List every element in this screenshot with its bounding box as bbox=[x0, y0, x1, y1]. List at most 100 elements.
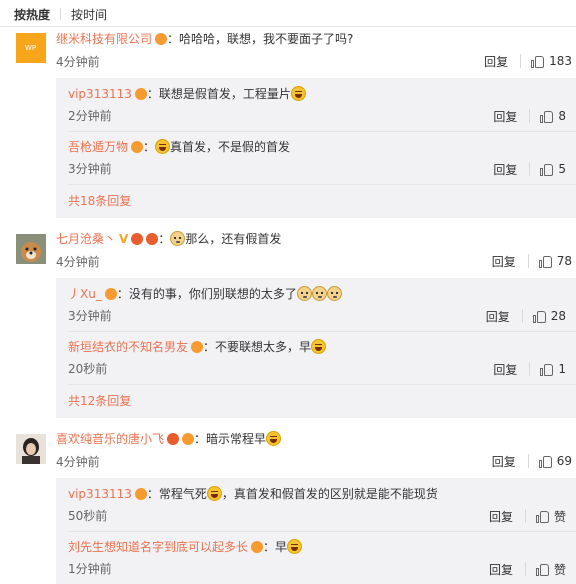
avatar[interactable] bbox=[16, 234, 46, 264]
reply-box: vip313113 ：联想是假首发，工程量片 2分钟前 回复 8 吾枪遁万物：真首… bbox=[56, 78, 576, 218]
more-replies-link[interactable]: 共18条回复 bbox=[68, 193, 131, 209]
username-link[interactable]: 吾枪遁万物 bbox=[68, 140, 128, 154]
reply-actions: 回复 8 bbox=[493, 108, 566, 124]
username-link[interactable]: vip313113 bbox=[68, 87, 132, 101]
divider bbox=[0, 26, 576, 27]
reply-box: vip313113 ：常程气死 ，真首发和假首发的区别就是能不能现货 50秒前 回复… bbox=[56, 478, 576, 584]
like-count: 28 bbox=[550, 309, 566, 323]
like-button[interactable]: 8 bbox=[540, 109, 566, 123]
comment-line: 七月沧桑丶 V：那么，还有假首发 bbox=[56, 231, 282, 246]
laugh-emoji-icon bbox=[311, 339, 327, 354]
comment-actions: 回复 69 bbox=[492, 453, 572, 469]
like-count: 69 bbox=[556, 454, 572, 468]
thumb-up-icon bbox=[532, 310, 546, 323]
comment-time: 4分钟前 bbox=[56, 455, 100, 469]
like-button[interactable]: 赞 bbox=[535, 561, 566, 578]
laugh-emoji-icon bbox=[266, 431, 282, 446]
laugh-emoji-icon bbox=[155, 139, 171, 154]
username-link[interactable]: vip313113 bbox=[68, 487, 132, 501]
reply-line: vip313113 ：常程气死 ，真首发和假首发的区别就是能不能现货 bbox=[68, 486, 438, 501]
action-divider bbox=[524, 562, 526, 576]
reply-text: 早 bbox=[275, 540, 288, 554]
username-link[interactable]: 刘先生想知道名字到底可以起多长 bbox=[68, 540, 248, 554]
action-divider bbox=[529, 109, 531, 123]
like-count: 1 bbox=[558, 362, 566, 376]
username-link[interactable]: 丿Xu_ bbox=[68, 287, 102, 301]
comment-text: 暗示常程早 bbox=[206, 432, 267, 446]
reply-line: 新垣结衣的不知名男友 ：不要联想太多，早 bbox=[68, 339, 327, 355]
divider bbox=[68, 131, 576, 132]
user-badge-icon bbox=[131, 141, 144, 153]
sort-tabs: 按热度 按时间 bbox=[14, 6, 107, 22]
like-button[interactable]: 183 bbox=[531, 54, 572, 68]
username-link[interactable]: 七月沧桑丶 bbox=[56, 232, 116, 246]
sort-by-time-tab[interactable]: 按时间 bbox=[71, 6, 107, 23]
reply-time: 1分钟前 bbox=[68, 562, 112, 576]
reply-button[interactable]: 回复 bbox=[493, 161, 517, 178]
thumb-up-icon bbox=[540, 363, 554, 376]
action-divider bbox=[527, 454, 529, 468]
like-count: 8 bbox=[558, 109, 566, 123]
action-divider bbox=[527, 254, 529, 268]
user-badge-icon bbox=[104, 288, 117, 300]
like-count: 78 bbox=[556, 254, 572, 268]
reply-button[interactable]: 回复 bbox=[493, 361, 517, 378]
reply-button[interactable]: 回复 bbox=[489, 561, 513, 578]
like-label: 赞 bbox=[553, 509, 566, 524]
reply-button[interactable]: 回复 bbox=[489, 508, 513, 525]
more-replies-link[interactable]: 共12条回复 bbox=[68, 393, 131, 409]
action-divider bbox=[524, 509, 526, 523]
thumb-up-icon bbox=[540, 110, 554, 123]
username-link[interactable]: 喜欢纯音乐的唐小飞 bbox=[56, 432, 164, 446]
thumb-up-icon bbox=[535, 563, 549, 576]
like-count: 183 bbox=[549, 54, 572, 68]
reply-line: 吾枪遁万物：真首发，不是假的首发 bbox=[68, 139, 291, 154]
comment-text: 哈哈哈，联想，我不要面子了吗? bbox=[179, 32, 354, 46]
comment-actions: 回复 183 bbox=[484, 53, 572, 69]
action-divider bbox=[521, 309, 523, 323]
reply-line: 刘先生想知道名字到底可以起多长 ：早 bbox=[68, 539, 303, 555]
sort-by-hot-tab[interactable]: 按热度 bbox=[14, 6, 50, 23]
reply-button[interactable]: 回复 bbox=[492, 253, 516, 270]
avatar[interactable]: WP bbox=[16, 33, 46, 63]
reply-text: 真首发，不是假的首发 bbox=[170, 140, 291, 154]
user-badge-icon bbox=[134, 88, 147, 100]
reply-button[interactable]: 回复 bbox=[484, 53, 508, 70]
reply-button[interactable]: 回复 bbox=[493, 108, 517, 125]
user-badge-icon bbox=[146, 233, 159, 245]
user-badge-icon bbox=[182, 433, 195, 445]
reply-button[interactable]: 回复 bbox=[492, 453, 516, 470]
thumb-up-icon bbox=[538, 255, 552, 268]
like-button[interactable]: 赞 bbox=[535, 508, 566, 525]
action-divider bbox=[529, 162, 531, 176]
like-button[interactable]: 5 bbox=[540, 162, 566, 176]
user-badge-icon bbox=[155, 33, 168, 45]
like-button[interactable]: 78 bbox=[538, 254, 572, 268]
doge-emoji-icon bbox=[296, 286, 312, 301]
reply-line: 丿Xu_ ：没有的事，你们别联想的太多了 bbox=[68, 286, 342, 302]
reply-text: 联想是假首发，工程量片 bbox=[158, 87, 291, 101]
like-button[interactable]: 1 bbox=[540, 362, 566, 376]
reply-line: vip313113 ：联想是假首发，工程量片 bbox=[68, 86, 306, 102]
svg-text:WP: WP bbox=[25, 44, 36, 52]
reply-button[interactable]: 回复 bbox=[486, 308, 510, 325]
like-button[interactable]: 69 bbox=[538, 454, 572, 468]
comment-time: 4分钟前 bbox=[56, 55, 100, 69]
username-link[interactable]: 继米科技有限公司 bbox=[56, 32, 152, 46]
laugh-emoji-icon bbox=[206, 486, 222, 501]
reply-actions: 回复 28 bbox=[486, 308, 566, 324]
doge-emoji-icon bbox=[326, 286, 342, 301]
avatar[interactable] bbox=[16, 434, 46, 464]
reply-time: 3分钟前 bbox=[68, 309, 112, 323]
username-link[interactable]: 新垣结衣的不知名男友 bbox=[68, 340, 188, 354]
like-count: 5 bbox=[558, 162, 566, 176]
user-badge-icon bbox=[251, 541, 264, 553]
like-button[interactable]: 28 bbox=[532, 309, 566, 323]
laugh-emoji-icon bbox=[290, 86, 306, 101]
reply-time: 3分钟前 bbox=[68, 162, 112, 176]
comment-time: 4分钟前 bbox=[56, 255, 100, 269]
verified-v-icon: V bbox=[119, 232, 129, 246]
comment-actions: 回复 78 bbox=[492, 253, 572, 269]
reply-time: 2分钟前 bbox=[68, 109, 112, 123]
tab-divider bbox=[60, 8, 62, 20]
